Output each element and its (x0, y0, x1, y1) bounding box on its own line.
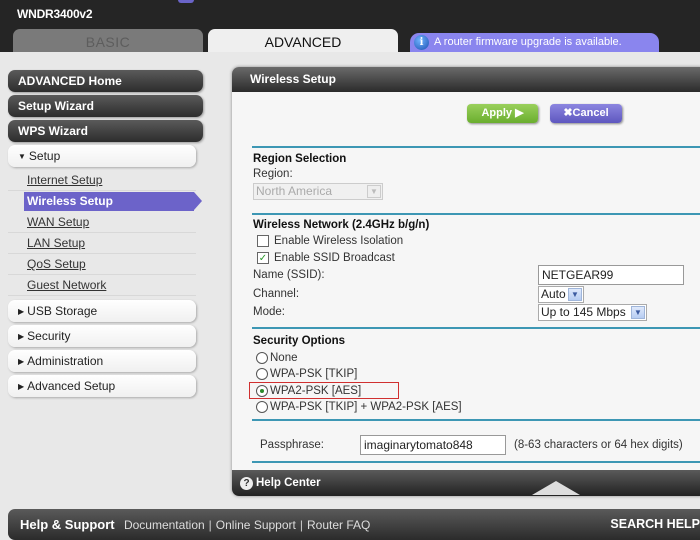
top-ornament (178, 0, 194, 3)
sidebar-item-setup-wizard[interactable]: Setup Wizard (8, 95, 203, 117)
search-help-button[interactable]: SEARCH HELP (610, 509, 700, 540)
footer-link-documentation[interactable]: Documentation (124, 518, 205, 532)
item-label: Wireless Setup (27, 194, 113, 208)
help-center-label: Help Center (256, 477, 321, 489)
item-label: Guest Network (27, 278, 107, 292)
help-center-bar[interactable]: ? Help Center (232, 470, 700, 496)
section-label: Setup (28, 149, 61, 163)
section-label: USB Storage (27, 304, 98, 318)
apply-button[interactable]: Apply ▶ (467, 104, 538, 123)
mode-value: Up to 145 Mbps (541, 305, 626, 319)
sidebar-item-guest-network[interactable]: Guest Network (8, 275, 196, 296)
channel-value: Auto (541, 287, 566, 301)
channel-select[interactable]: Auto ▼ (538, 286, 584, 303)
sidebar-section-advanced-setup[interactable]: ▶ Advanced Setup (8, 375, 196, 397)
sidebar-section-usb-storage[interactable]: ▶ USB Storage (8, 300, 196, 322)
panel-body: Apply ▶ ✖Cancel Region Selection Region:… (232, 92, 700, 470)
security-option-label: None (270, 352, 298, 364)
panel-title: Wireless Setup (232, 67, 700, 92)
passphrase-label: Passphrase: (260, 439, 324, 451)
section-label: Security (27, 329, 71, 343)
mode-label: Mode: (253, 306, 285, 318)
caret-right-icon: ▶ (18, 382, 25, 391)
footer-link-router-faq[interactable]: Router FAQ (307, 518, 370, 532)
ssid-broadcast-checkbox[interactable]: ✓ (257, 252, 269, 264)
passphrase-hint: (8-63 characters or 64 hex digits) (514, 439, 683, 451)
chevron-down-icon: ▼ (568, 288, 582, 301)
tab-basic[interactable]: BASIC (13, 29, 203, 52)
chevron-down-icon: ▼ (367, 185, 381, 198)
security-option-label: WPA-PSK [TKIP] (270, 368, 358, 380)
divider (252, 327, 700, 329)
item-label: WAN Setup (27, 215, 90, 229)
divider (252, 461, 700, 463)
cancel-button[interactable]: ✖Cancel (550, 104, 622, 123)
security-option-label: WPA-PSK [TKIP] + WPA2-PSK [AES] (270, 401, 462, 413)
security-radio-wpa-psk-tkip[interactable] (256, 368, 268, 380)
info-icon: i (414, 35, 429, 50)
router-model: WNDR3400v2 (17, 7, 93, 21)
caret-right-icon: ▶ (18, 357, 25, 366)
channel-label: Channel: (253, 288, 300, 300)
caret-right-icon: ▶ (18, 332, 25, 341)
separator: | (299, 518, 303, 532)
footer-title: Help & Support (20, 517, 115, 532)
sidebar-section-administration[interactable]: ▶ Administration (8, 350, 196, 372)
tab-advanced[interactable]: ADVANCED (208, 29, 398, 52)
setup-submenu: Internet Setup Wireless Setup WAN Setup … (8, 170, 203, 296)
sidebar: ADVANCED Home Setup Wizard WPS Wizard ▼ S… (8, 70, 203, 400)
divider (252, 146, 700, 148)
ssid-broadcast-label: Enable SSID Broadcast (274, 252, 395, 264)
notice-text: A router firmware upgrade is available. (434, 36, 622, 48)
chevron-down-icon: ▼ (631, 306, 645, 319)
divider (252, 213, 700, 215)
sidebar-item-advanced-home[interactable]: ADVANCED Home (8, 70, 203, 92)
item-label: QoS Setup (27, 257, 86, 271)
security-options-heading: Security Options (253, 335, 346, 347)
sidebar-item-wireless-setup[interactable]: Wireless Setup (24, 192, 202, 211)
passphrase-input[interactable]: imaginarytomato848 (360, 435, 506, 455)
security-radio-none[interactable] (256, 352, 268, 364)
sidebar-item-wan-setup[interactable]: WAN Setup (8, 212, 196, 233)
sidebar-item-internet-setup[interactable]: Internet Setup (8, 170, 196, 191)
caret-down-icon: ▼ (18, 152, 26, 161)
caret-right-icon: ▶ (18, 307, 25, 316)
wireless-isolation-checkbox[interactable] (257, 235, 269, 247)
expand-up-icon[interactable] (532, 481, 580, 495)
item-label: LAN Setup (27, 236, 86, 250)
sidebar-item-lan-setup[interactable]: LAN Setup (8, 233, 196, 254)
sidebar-section-setup[interactable]: ▼ Setup (8, 145, 196, 167)
ssid-input[interactable]: NETGEAR99 (538, 265, 684, 285)
top-bar: WNDR3400v2 BASIC ADVANCED i A router fir… (0, 0, 700, 52)
item-label: Internet Setup (27, 173, 103, 187)
security-radio-wpa-wpa2-mixed[interactable] (256, 401, 268, 413)
security-option-label: WPA2-PSK [AES] (270, 385, 362, 397)
section-label: Administration (27, 354, 104, 368)
help-support-footer: Help & Support Documentation | Online Supp… (8, 509, 700, 540)
ssid-label: Name (SSID): (253, 269, 325, 281)
region-label: Region: (253, 168, 293, 180)
wireless-network-heading: Wireless Network (2.4GHz b/g/n) (253, 219, 430, 231)
wireless-setup-panel: Wireless Setup Apply ▶ ✖Cancel Region Se… (232, 67, 700, 496)
sidebar-section-security[interactable]: ▶ Security (8, 325, 196, 347)
footer-link-online-support[interactable]: Online Support (216, 518, 296, 532)
region-select[interactable]: North America ▼ (253, 183, 383, 200)
sidebar-item-wps-wizard[interactable]: WPS Wizard (8, 120, 203, 142)
sidebar-item-qos-setup[interactable]: QoS Setup (8, 254, 196, 275)
divider (252, 419, 700, 421)
wireless-isolation-label: Enable Wireless Isolation (274, 235, 404, 247)
mode-select[interactable]: Up to 145 Mbps ▼ (538, 304, 647, 321)
region-value: North America (256, 184, 333, 198)
security-radio-wpa2-psk-aes[interactable] (256, 385, 268, 397)
firmware-upgrade-notice[interactable]: i A router firmware upgrade is available… (410, 33, 659, 52)
separator: | (208, 518, 212, 532)
question-mark-icon: ? (240, 477, 253, 490)
region-heading: Region Selection (253, 153, 347, 165)
section-label: Advanced Setup (27, 379, 116, 393)
